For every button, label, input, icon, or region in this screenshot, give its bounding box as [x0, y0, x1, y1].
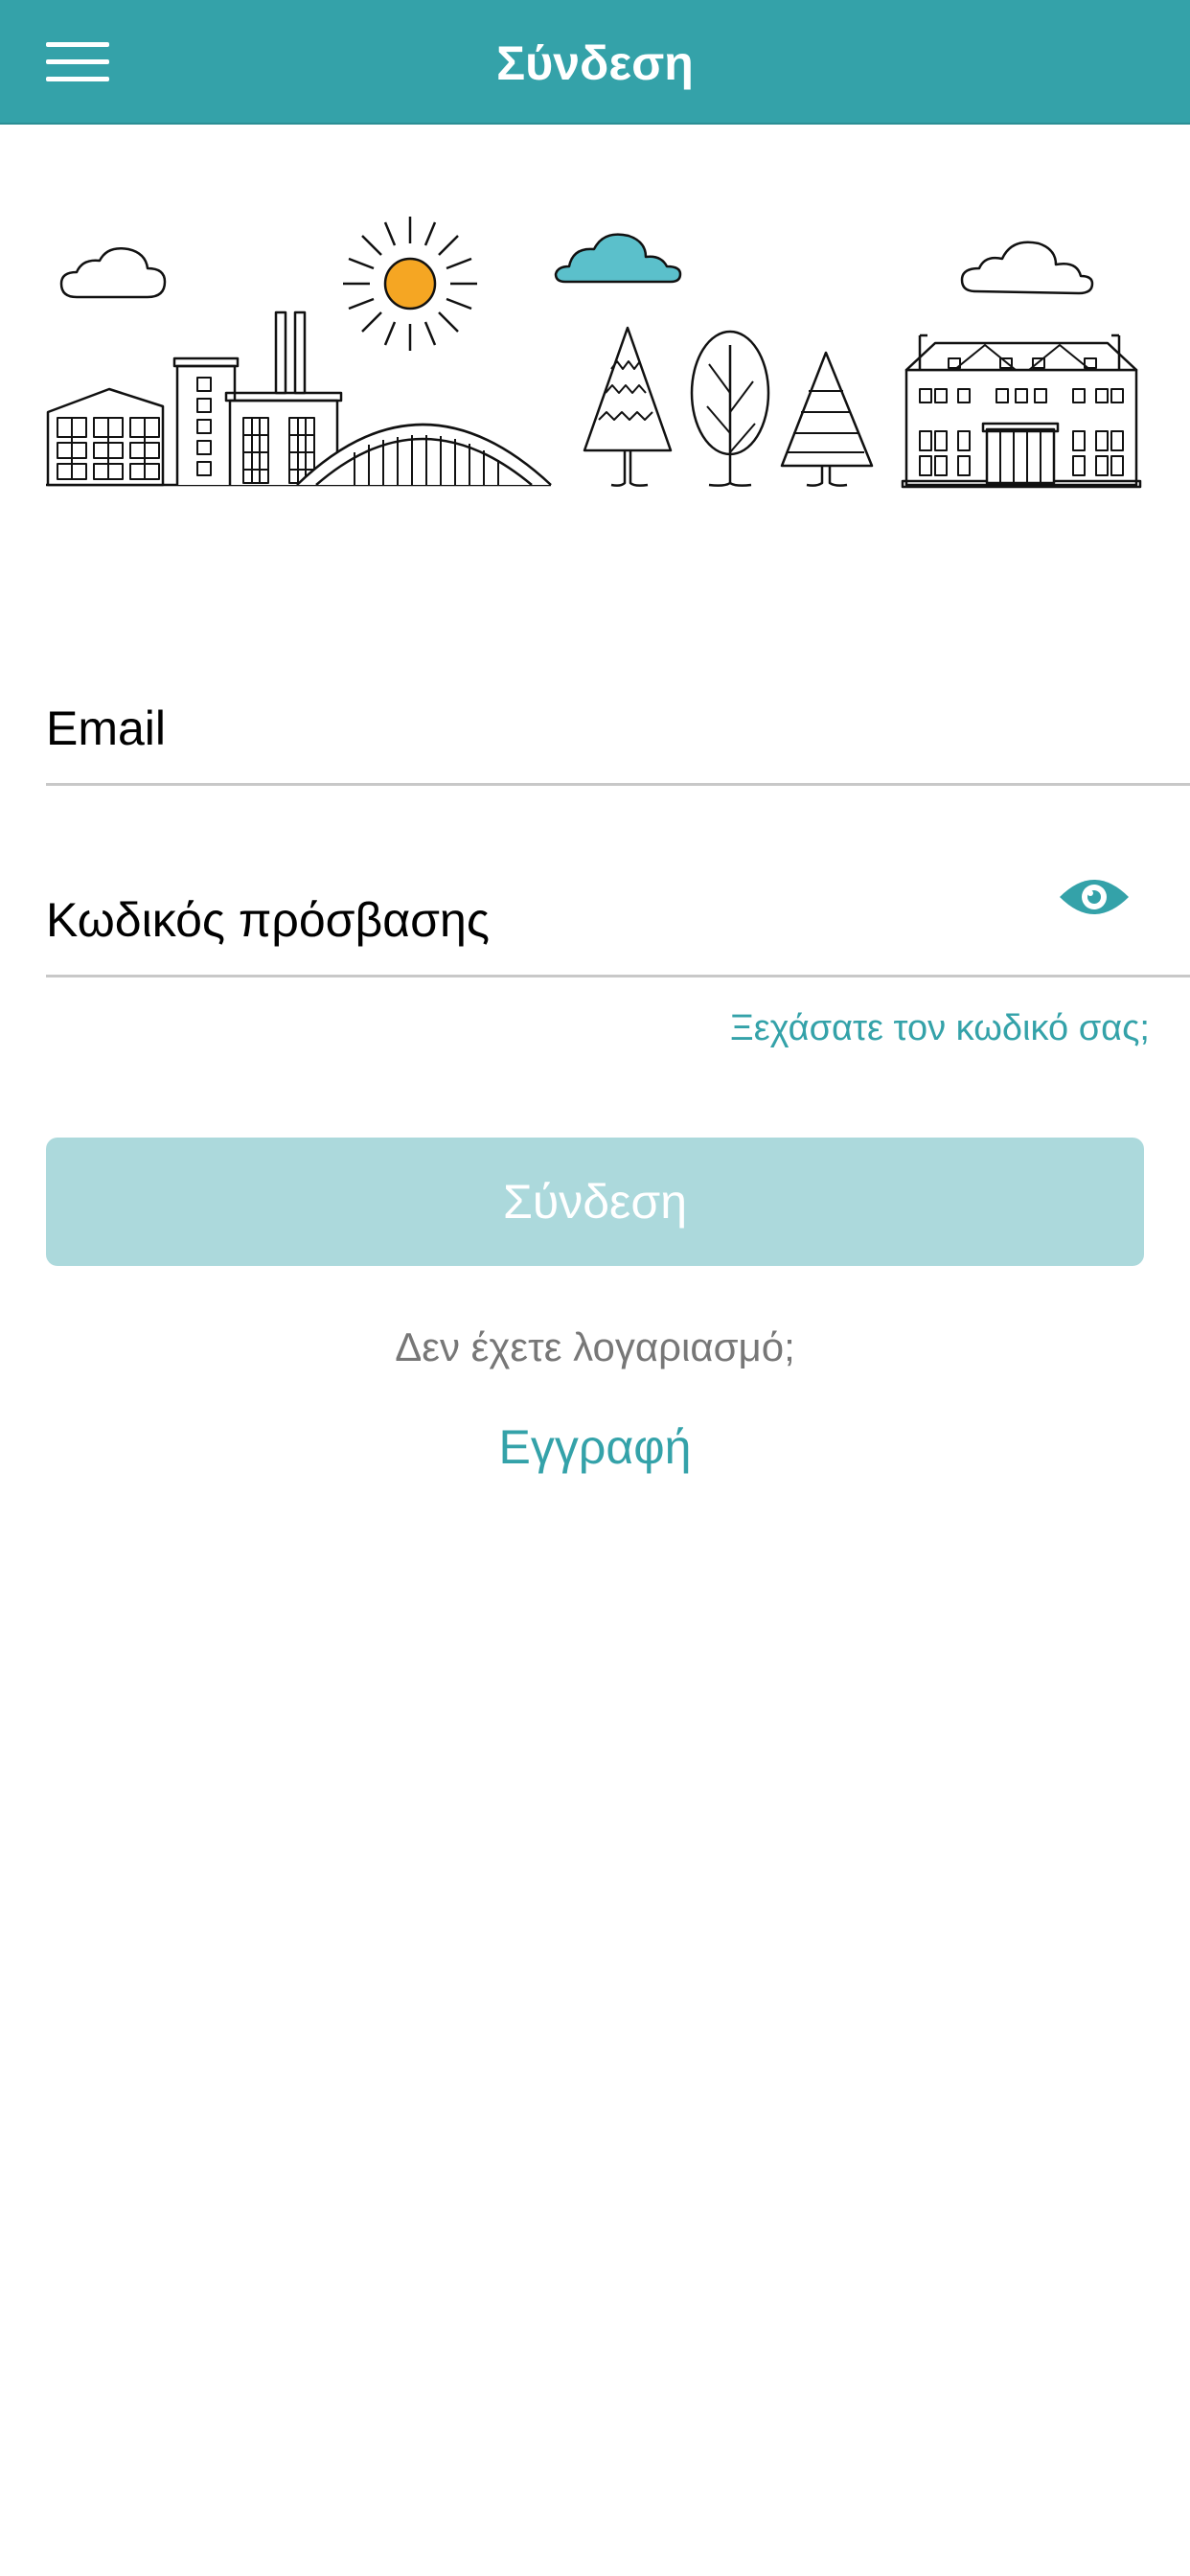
factory-icon	[46, 310, 343, 487]
eye-icon[interactable]	[1058, 874, 1131, 920]
login-button[interactable]: Σύνδεση	[46, 1138, 1144, 1266]
email-input[interactable]	[46, 695, 1004, 762]
cityscape-illustration	[46, 217, 1142, 489]
password-input[interactable]	[46, 886, 1004, 954]
mansion-icon	[901, 334, 1142, 489]
page-title: Σύνδεση	[496, 36, 694, 90]
no-account-text: Δεν έχετε λογαριασμό;	[395, 1324, 795, 1369]
password-field	[46, 862, 1190, 978]
tree-icon	[690, 330, 770, 487]
register-row: Εγγραφή	[0, 1418, 1190, 1476]
sun-icon	[343, 217, 477, 351]
fir-tree-icon	[780, 351, 874, 487]
email-field	[46, 671, 1190, 786]
app-header: Σύνδεση	[0, 0, 1190, 125]
pine-tree-icon	[583, 326, 673, 487]
forgot-password-link[interactable]: Ξεχάσατε τον κωδικό σας;	[730, 1004, 1150, 1052]
register-link[interactable]: Εγγραφή	[499, 1420, 692, 1474]
